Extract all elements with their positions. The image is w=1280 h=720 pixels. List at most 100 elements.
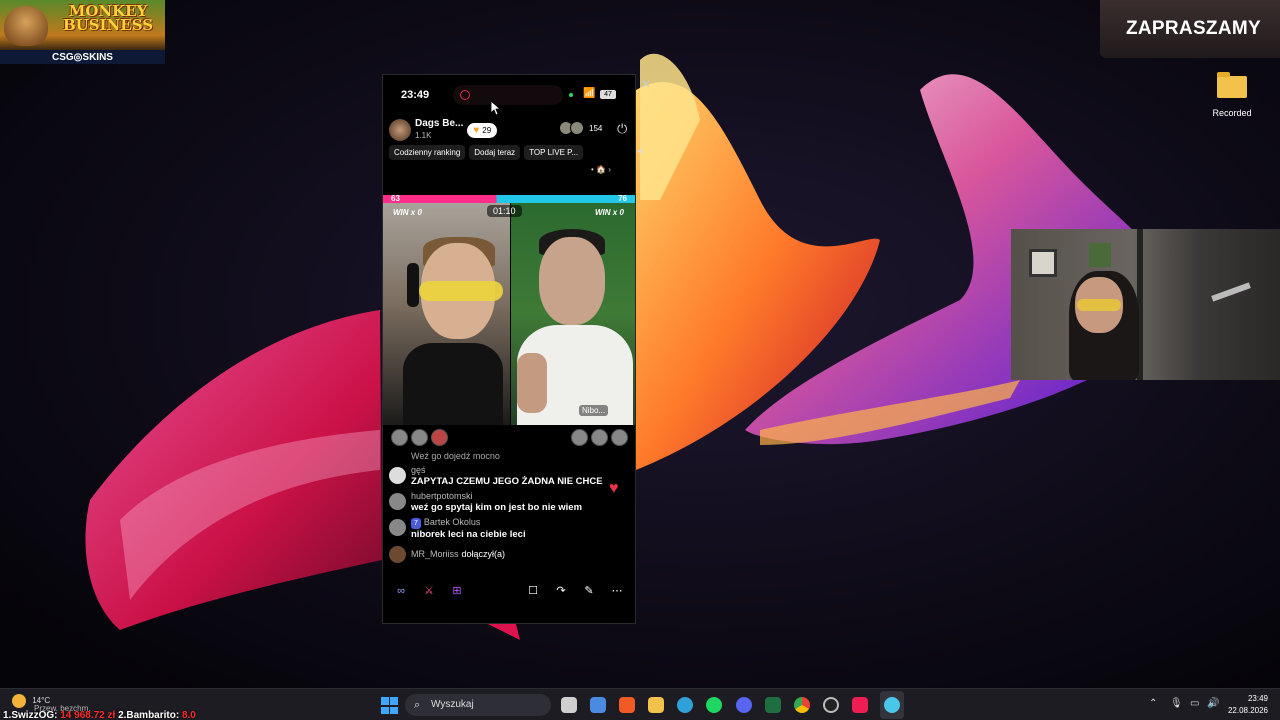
like-count: 29 (482, 125, 492, 135)
chip-top-live[interactable]: TOP LIVE P... (524, 145, 584, 160)
windows-start-icon[interactable] (381, 697, 398, 714)
host-info[interactable]: Dags Be... 1.1K ♥ 29 (389, 118, 498, 142)
right-speaker-name: Nibo... (579, 405, 609, 416)
task-view-icon[interactable] (561, 697, 577, 713)
webcam-overlay (1011, 229, 1280, 380)
spotify-icon[interactable] (706, 697, 722, 713)
wall-plant (1089, 243, 1111, 267)
game-brand: CSG◎SKINS (52, 52, 113, 63)
chat-text: ZAPYTAJ CZEMU JEGO ŻADNA NIE CHCE (411, 476, 603, 487)
search-input[interactable]: ⌕ Wyszukaj (405, 694, 551, 716)
host-avatar[interactable] (389, 119, 411, 141)
discord-icon[interactable] (736, 697, 752, 713)
join-username: MR_Moriiss (411, 548, 459, 559)
effects-icon[interactable]: ✎ (579, 581, 599, 601)
search-icon: ⌕ (414, 699, 421, 711)
network-icon[interactable]: ▭ (1190, 698, 1199, 709)
gifter-avatar[interactable] (611, 429, 628, 446)
win-label-right: WIN x 0 (595, 208, 624, 217)
apps-icon[interactable]: ⊞ (447, 581, 467, 601)
mouse-cursor (491, 101, 501, 115)
obs-icon[interactable] (823, 697, 839, 713)
tray-overflow-icon[interactable]: ⌃ (1149, 698, 1157, 709)
phone-status-bar: 23:49 📶 47 (383, 75, 635, 115)
ranking-first-amount: 14 968.72 zł (60, 710, 116, 720)
desktop-icon-recorded[interactable]: Recorded (1206, 72, 1258, 118)
more-icon[interactable]: ⋯ (607, 581, 627, 601)
viewer-number: 154 (589, 123, 603, 133)
file-explorer-icon[interactable] (648, 697, 664, 713)
gifter-avatar[interactable] (571, 429, 588, 446)
phone-mirror-window[interactable]: 23:49 📶 47 Dags Be... 1.1K ♥ 29 154 ⏻ Co… (382, 74, 636, 624)
chat-username: hubertpotomski (411, 491, 473, 501)
person-hand (517, 353, 547, 413)
multi-guest-icon[interactable]: ∞ (391, 581, 411, 601)
chat-icon[interactable]: ☐ (523, 581, 543, 601)
ranking-first: 1.SwizzOG: (3, 710, 58, 720)
headphones (407, 263, 419, 307)
score-right: 76 (618, 194, 627, 203)
person-face (539, 237, 605, 325)
live-toolbar: ∞ ⚔ ⊞ ☐ ↷ ✎ ⋯ (391, 581, 631, 605)
live-studio-icon[interactable] (884, 697, 900, 713)
user-avatar (389, 467, 406, 484)
heart-icon: ♥ (609, 480, 619, 497)
taskbar-clock[interactable]: 23:49 22.08.2026 (1222, 693, 1268, 717)
host-name: Dags Be... (415, 118, 464, 129)
battery-icon: 47 (600, 90, 616, 99)
viewer-count[interactable]: 154 (559, 121, 602, 135)
gifter-avatar[interactable] (391, 429, 408, 446)
win-label-left: WIN x 0 (393, 208, 422, 217)
person-glasses (419, 281, 503, 301)
chrome-icon[interactable] (794, 697, 810, 713)
user-avatar (389, 493, 406, 510)
video-right[interactable] (511, 203, 635, 425)
microphone-icon[interactable]: 🎙 (1170, 698, 1183, 709)
live-chips: Codzienny ranking Dodaj teraz TOP LIVE P… (389, 145, 584, 160)
chat-text: niborek leci na ciebie leci (411, 529, 526, 540)
store-icon[interactable] (590, 697, 606, 713)
power-icon[interactable]: ⏻ (617, 121, 627, 137)
chat-username: gęś (411, 465, 426, 475)
banner-overlay: ZAPRASZAMY (1100, 0, 1280, 58)
person-body (403, 343, 503, 425)
video-left[interactable] (383, 203, 510, 425)
battle-score-bar: 63 76 (383, 194, 635, 203)
chat-text: weź go spytaj kim on jest bo nie wiem (411, 502, 583, 513)
chat-message[interactable]: 7 Bartek Okolus niborek leci na ciebie le… (389, 517, 633, 540)
monkey-image (4, 6, 48, 46)
gifter-avatar[interactable] (431, 429, 448, 446)
gifter-avatar[interactable] (411, 429, 428, 446)
volume-icon[interactable]: 🔊 (1207, 698, 1219, 709)
clock-time: 23:49 (1247, 694, 1268, 703)
desktop-icon-label: Recorded (1212, 108, 1252, 118)
excel-icon[interactable] (765, 697, 781, 713)
chat-message[interactable]: gęś ZAPYTAJ CZEMU JEGO ŻADNA NIE CHCE (389, 465, 633, 487)
chip-ranking[interactable]: Codzienny ranking (389, 145, 466, 160)
chip-add-now[interactable]: Dodaj teraz (469, 145, 521, 160)
edge-icon[interactable] (677, 697, 693, 713)
chat-first-line: Weź go dojedź mocno (411, 451, 500, 461)
gifter-avatar[interactable] (591, 429, 608, 446)
join-text: dołączył(a) (461, 548, 506, 559)
ranking-second: 2.Bambarito: (118, 710, 180, 720)
brave-icon[interactable] (619, 697, 635, 713)
weather-icon (12, 694, 26, 708)
gifters-left (391, 429, 448, 446)
chat-message[interactable]: hubertpotomski weź go spytaj kim on jest… (389, 491, 633, 513)
chat-join[interactable]: MR_Moriiss dołączył(a) (389, 544, 633, 563)
record-icon (460, 90, 470, 100)
mini-controls[interactable]: • 🏠 › (591, 165, 611, 174)
battle-icon[interactable]: ⚔ (419, 581, 439, 601)
like-badge[interactable]: ♥ 29 (467, 122, 498, 138)
folder-icon (1217, 72, 1247, 98)
clock-date: 22.08.2026 (1227, 706, 1268, 715)
share-icon[interactable]: ↷ (551, 581, 571, 601)
phone-time: 23:49 (401, 89, 430, 101)
collapse-panel-icon[interactable]: ◂ (637, 146, 642, 157)
heart-icon: ♥ (473, 124, 480, 136)
tiktok-icon[interactable] (852, 697, 868, 713)
user-avatar (389, 546, 406, 563)
donation-ranking: 1.SwizzOG: 14 968.72 zł 2.Bambarito: 8.0 (3, 710, 196, 720)
close-icon[interactable]: ✕ (641, 77, 651, 91)
